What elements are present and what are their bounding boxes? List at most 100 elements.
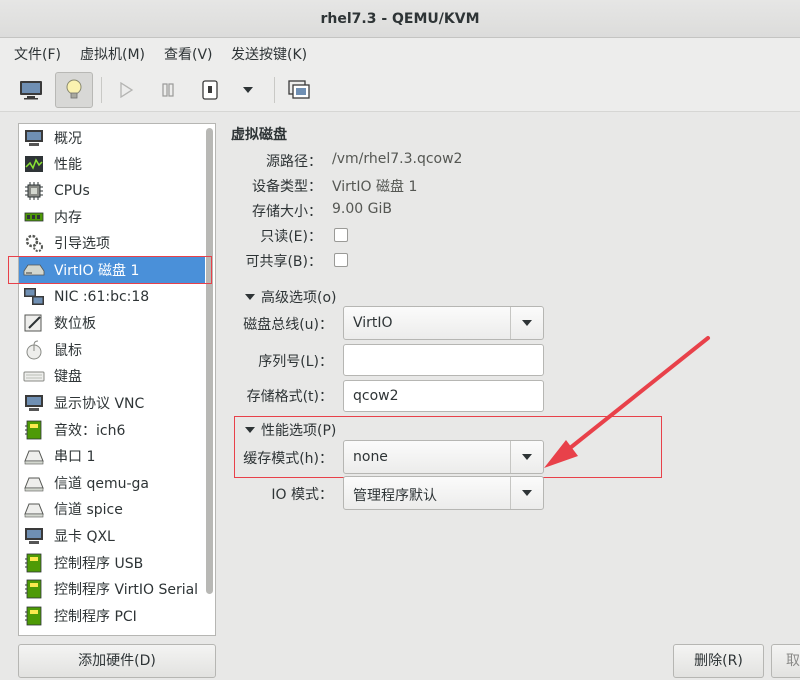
memory-icon — [23, 207, 45, 227]
section-title: 虚拟磁盘 — [231, 127, 287, 143]
sidebar-item-label: 数位板 — [54, 316, 96, 332]
cpu-icon — [23, 181, 45, 201]
video-icon — [23, 526, 45, 546]
sidebar-item-display-vnc[interactable]: 显示协议 VNC — [19, 390, 205, 416]
power-icon — [202, 80, 218, 100]
monitor-icon — [20, 81, 42, 100]
performance-options-expander[interactable]: 性能选项(P) — [245, 420, 336, 440]
boot-options-icon — [23, 233, 45, 253]
menu-vm[interactable]: 虚拟机(M) — [80, 44, 145, 64]
cache-mode-combo[interactable]: none — [343, 440, 544, 474]
sidebar-item-label: 信道 spice — [54, 502, 123, 518]
sidebar-item-controller-pci[interactable]: 控制程序 PCI — [19, 603, 205, 629]
controller-icon — [23, 606, 45, 626]
sidebar-item-label: 音效：ich6 — [54, 423, 126, 439]
sidebar-item-boot-options[interactable]: 引导选项 — [19, 230, 205, 256]
expander-arrow-icon — [245, 427, 255, 433]
io-mode-label: IO 模式： — [271, 487, 333, 503]
sidebar-item-nic[interactable]: NIC :61:bc:18 — [19, 284, 205, 310]
io-mode-value: 管理程序默认 — [353, 488, 437, 504]
source-path-value: /vm/rhel7.3.qcow2 — [332, 151, 463, 167]
sidebar-item-cpus[interactable]: CPUs — [19, 178, 205, 204]
shutdown-button[interactable] — [191, 72, 229, 108]
sidebar-item-label: 概况 — [54, 131, 82, 147]
storage-format-label: 存储格式(t)： — [246, 389, 333, 405]
shareable-checkbox[interactable] — [334, 253, 348, 267]
disk-bus-combo[interactable]: VirtIO — [343, 306, 544, 340]
sidebar-item-serial[interactable]: 串口 1 — [19, 443, 205, 469]
annotation-arrow-icon — [544, 336, 710, 468]
storage-format-input[interactable]: qcow2 — [343, 380, 544, 412]
device-type-label: 设备类型： — [252, 179, 322, 195]
annotation-highlight-disk — [8, 256, 212, 284]
controller-icon — [23, 553, 45, 573]
sidebar-item-label: CPUs — [54, 183, 90, 199]
advanced-options-expander[interactable]: 高级选项(o) — [245, 287, 337, 307]
network-icon — [23, 287, 45, 307]
menu-bar: 文件(F) 虚拟机(M) 查看(V) 发送按键(K) — [0, 38, 800, 68]
sidebar-item-controller-virtio-serial[interactable]: 控制程序 VirtIO Serial — [19, 576, 205, 602]
readonly-checkbox[interactable] — [334, 228, 348, 242]
add-hardware-button[interactable]: 添加硬件(D) — [18, 644, 216, 678]
details-button[interactable] — [55, 72, 93, 108]
overview-icon — [23, 128, 45, 148]
pause-button[interactable] — [149, 72, 187, 108]
sidebar-item-label: 信道 qemu-ga — [54, 476, 149, 492]
sidebar-item-tablet[interactable]: 数位板 — [19, 310, 205, 336]
sidebar-item-performance[interactable]: 性能 — [19, 151, 205, 177]
channel-icon — [23, 499, 45, 519]
keyboard-icon — [23, 366, 45, 386]
sidebar-item-channel-qemu-ga[interactable]: 信道 qemu-ga — [19, 470, 205, 496]
sidebar-item-controller-usb[interactable]: 控制程序 USB — [19, 550, 205, 576]
sidebar-item-video-qxl[interactable]: 显卡 QXL — [19, 523, 205, 549]
sidebar-item-overview[interactable]: 概况 — [19, 125, 205, 151]
sidebar-item-label: 引导选项 — [54, 236, 110, 252]
serial-input[interactable] — [343, 344, 544, 376]
sound-icon — [23, 420, 45, 440]
serial-icon — [23, 446, 45, 466]
hardware-list: 概况 性能 CPUs 内存 引导选项 VirtIO 磁盘 1 NIC :61:b… — [18, 123, 216, 636]
chevron-down-icon — [510, 477, 543, 509]
channel-icon — [23, 473, 45, 493]
sidebar-item-label: 内存 — [54, 210, 82, 226]
sidebar-item-label: 控制程序 VirtIO Serial — [54, 582, 199, 598]
menu-file[interactable]: 文件(F) — [14, 44, 61, 64]
snapshot-icon — [288, 80, 310, 99]
shutdown-menu-button[interactable] — [229, 72, 267, 108]
sidebar-item-label: 串口 1 — [54, 449, 96, 465]
storage-format-value: qcow2 — [353, 388, 399, 404]
remove-button[interactable]: 删除(R) — [673, 644, 764, 678]
sidebar-item-memory[interactable]: 内存 — [19, 204, 205, 230]
serial-label: 序列号(L)： — [258, 354, 333, 370]
menu-view[interactable]: 查看(V) — [164, 44, 213, 64]
sidebar-item-sound[interactable]: 音效：ich6 — [19, 417, 205, 443]
sidebar-item-label: 控制程序 USB — [54, 556, 144, 572]
sidebar-item-label: 控制程序 PCI — [54, 609, 137, 625]
play-icon — [120, 82, 134, 98]
source-path-label: 源路径： — [266, 154, 322, 170]
display-icon — [23, 393, 45, 413]
performance-options-label: 性能选项(P) — [261, 423, 337, 439]
disk-bus-label: 磁盘总线(u)： — [243, 317, 333, 333]
shareable-label: 可共享(B)： — [245, 254, 322, 270]
advanced-options-label: 高级选项(o) — [261, 290, 337, 306]
chevron-down-icon — [243, 87, 253, 93]
disk-bus-value: VirtIO — [353, 315, 393, 331]
lightbulb-icon — [66, 79, 82, 99]
toolbar-separator — [101, 77, 102, 103]
sidebar-item-label: NIC :61:bc:18 — [54, 289, 150, 305]
sidebar-item-mouse[interactable]: 鼠标 — [19, 337, 205, 363]
io-mode-combo[interactable]: 管理程序默认 — [343, 476, 544, 510]
cancel-button[interactable]: 取 — [771, 644, 800, 678]
sidebar-item-label: 性能 — [54, 157, 82, 173]
run-button[interactable] — [107, 72, 145, 108]
toolbar — [0, 68, 800, 112]
toolbar-separator — [274, 77, 275, 103]
sidebar-item-channel-spice[interactable]: 信道 spice — [19, 496, 205, 522]
menu-send-key[interactable]: 发送按键(K) — [231, 44, 307, 64]
fullscreen-button[interactable] — [280, 72, 318, 108]
sidebar-scrollbar[interactable] — [206, 128, 213, 594]
mouse-icon — [23, 340, 45, 360]
console-button[interactable] — [12, 72, 50, 108]
sidebar-item-keyboard[interactable]: 键盘 — [19, 363, 205, 389]
